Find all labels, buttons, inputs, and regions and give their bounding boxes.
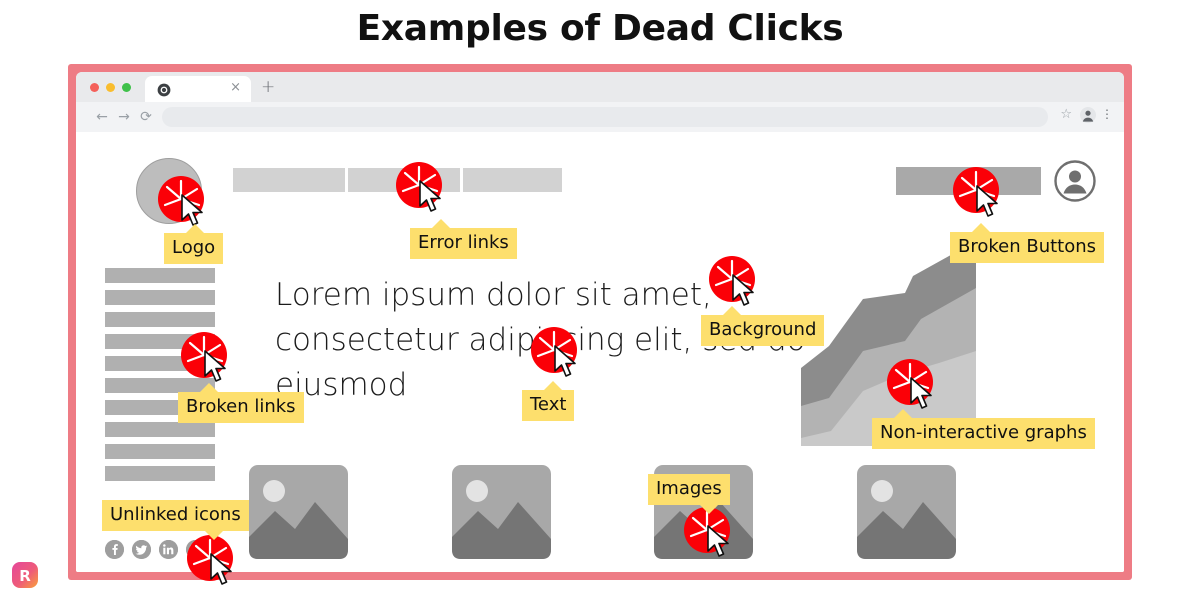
page-title: Examples of Dead Clicks	[356, 8, 844, 49]
sidebar-item-3[interactable]	[105, 312, 215, 327]
annotation-label: Broken Buttons	[958, 236, 1097, 257]
annotation-beak	[972, 223, 990, 232]
mouse-cursor-text	[553, 345, 583, 379]
annotation-beak	[894, 409, 912, 418]
annotation-unlinked-icons: Unlinked icons	[102, 500, 249, 540]
user-avatar[interactable]	[1054, 160, 1096, 202]
sidebar-item-6[interactable]	[105, 378, 215, 393]
annotation-broken-links: Broken links	[178, 383, 304, 423]
mouse-cursor-graphs	[909, 377, 939, 411]
annotation-graphs: Non-interactive graphs	[872, 409, 1095, 449]
annotation-label: Images	[656, 478, 722, 499]
new-tab-button[interactable]: +	[261, 79, 275, 96]
annotation-images: Images	[648, 474, 730, 514]
mouse-cursor-images	[706, 525, 736, 559]
annotation-label: Error links	[418, 232, 509, 253]
annotation-beak	[186, 224, 204, 233]
mouse-cursor-unlinked-icons	[209, 553, 239, 587]
browser-tabstrip: × +	[76, 72, 1124, 102]
browser-menu-icon[interactable]: ⋮	[1101, 108, 1113, 121]
annotation-beak	[200, 383, 218, 392]
browser-tab[interactable]: ×	[145, 76, 251, 102]
sidebar-item-8[interactable]	[105, 422, 215, 437]
annotation-error-links: Error links	[410, 219, 517, 259]
annotation-label: Background	[709, 319, 817, 340]
annotation-beak	[700, 505, 718, 514]
browser-navbar: ← → ⟳ ☆ ⋮	[76, 102, 1124, 132]
sidebar-item-2[interactable]	[105, 290, 215, 305]
annotation-beak	[432, 219, 450, 228]
reload-icon[interactable]: ⟳	[138, 109, 154, 125]
annotation-beak	[544, 381, 562, 390]
address-bar-input[interactable]	[162, 107, 1048, 127]
browser-window: × + ← → ⟳ ☆ ⋮ Lorem ipsum dolor sit amet…	[76, 72, 1124, 572]
image-placeholder-2[interactable]	[452, 465, 551, 559]
annotation-logo: Logo	[164, 224, 224, 264]
annotation-text: Text	[522, 381, 575, 421]
annotation-beak	[723, 306, 741, 315]
tab-close-icon[interactable]: ×	[230, 79, 241, 97]
brand-watermark: R	[12, 562, 38, 588]
mouse-cursor-error-links	[418, 180, 448, 214]
annotation-label: Non-interactive graphs	[880, 422, 1087, 443]
annotation-label: Text	[530, 394, 567, 415]
mouse-cursor-broken-buttons	[975, 185, 1005, 219]
forward-icon[interactable]: →	[116, 109, 132, 125]
nav-link-3[interactable]	[463, 168, 562, 192]
linkedin-icon[interactable]	[159, 540, 178, 559]
annotation-label: Broken links	[186, 396, 296, 417]
annotation-label: Logo	[172, 237, 216, 258]
back-icon[interactable]: ←	[94, 109, 110, 125]
chrome-favicon-icon	[157, 82, 171, 97]
twitter-icon[interactable]	[132, 540, 151, 559]
nav-link-1[interactable]	[233, 168, 345, 192]
image-placeholder-1[interactable]	[249, 465, 348, 559]
annotation-label: Unlinked icons	[110, 504, 241, 525]
watermark-letter: R	[19, 567, 31, 585]
annotation-beak	[205, 531, 223, 540]
image-placeholder-4[interactable]	[857, 465, 956, 559]
mouse-cursor-background	[731, 274, 761, 308]
window-traffic-lights	[90, 83, 131, 92]
bookmark-star-icon[interactable]: ☆	[1060, 108, 1072, 121]
mouse-cursor-logo	[180, 194, 210, 228]
minimize-window-icon[interactable]	[106, 83, 115, 92]
mouse-cursor-broken-links	[203, 350, 233, 384]
sidebar-item-9[interactable]	[105, 444, 215, 459]
profile-avatar-icon[interactable]	[1080, 107, 1096, 123]
annotation-broken-buttons: Broken Buttons	[950, 223, 1105, 263]
area-chart	[801, 241, 976, 446]
annotation-background: Background	[701, 306, 825, 346]
close-window-icon[interactable]	[90, 83, 99, 92]
maximize-window-icon[interactable]	[122, 83, 131, 92]
facebook-icon[interactable]	[105, 540, 124, 559]
sidebar-item-1[interactable]	[105, 268, 215, 283]
